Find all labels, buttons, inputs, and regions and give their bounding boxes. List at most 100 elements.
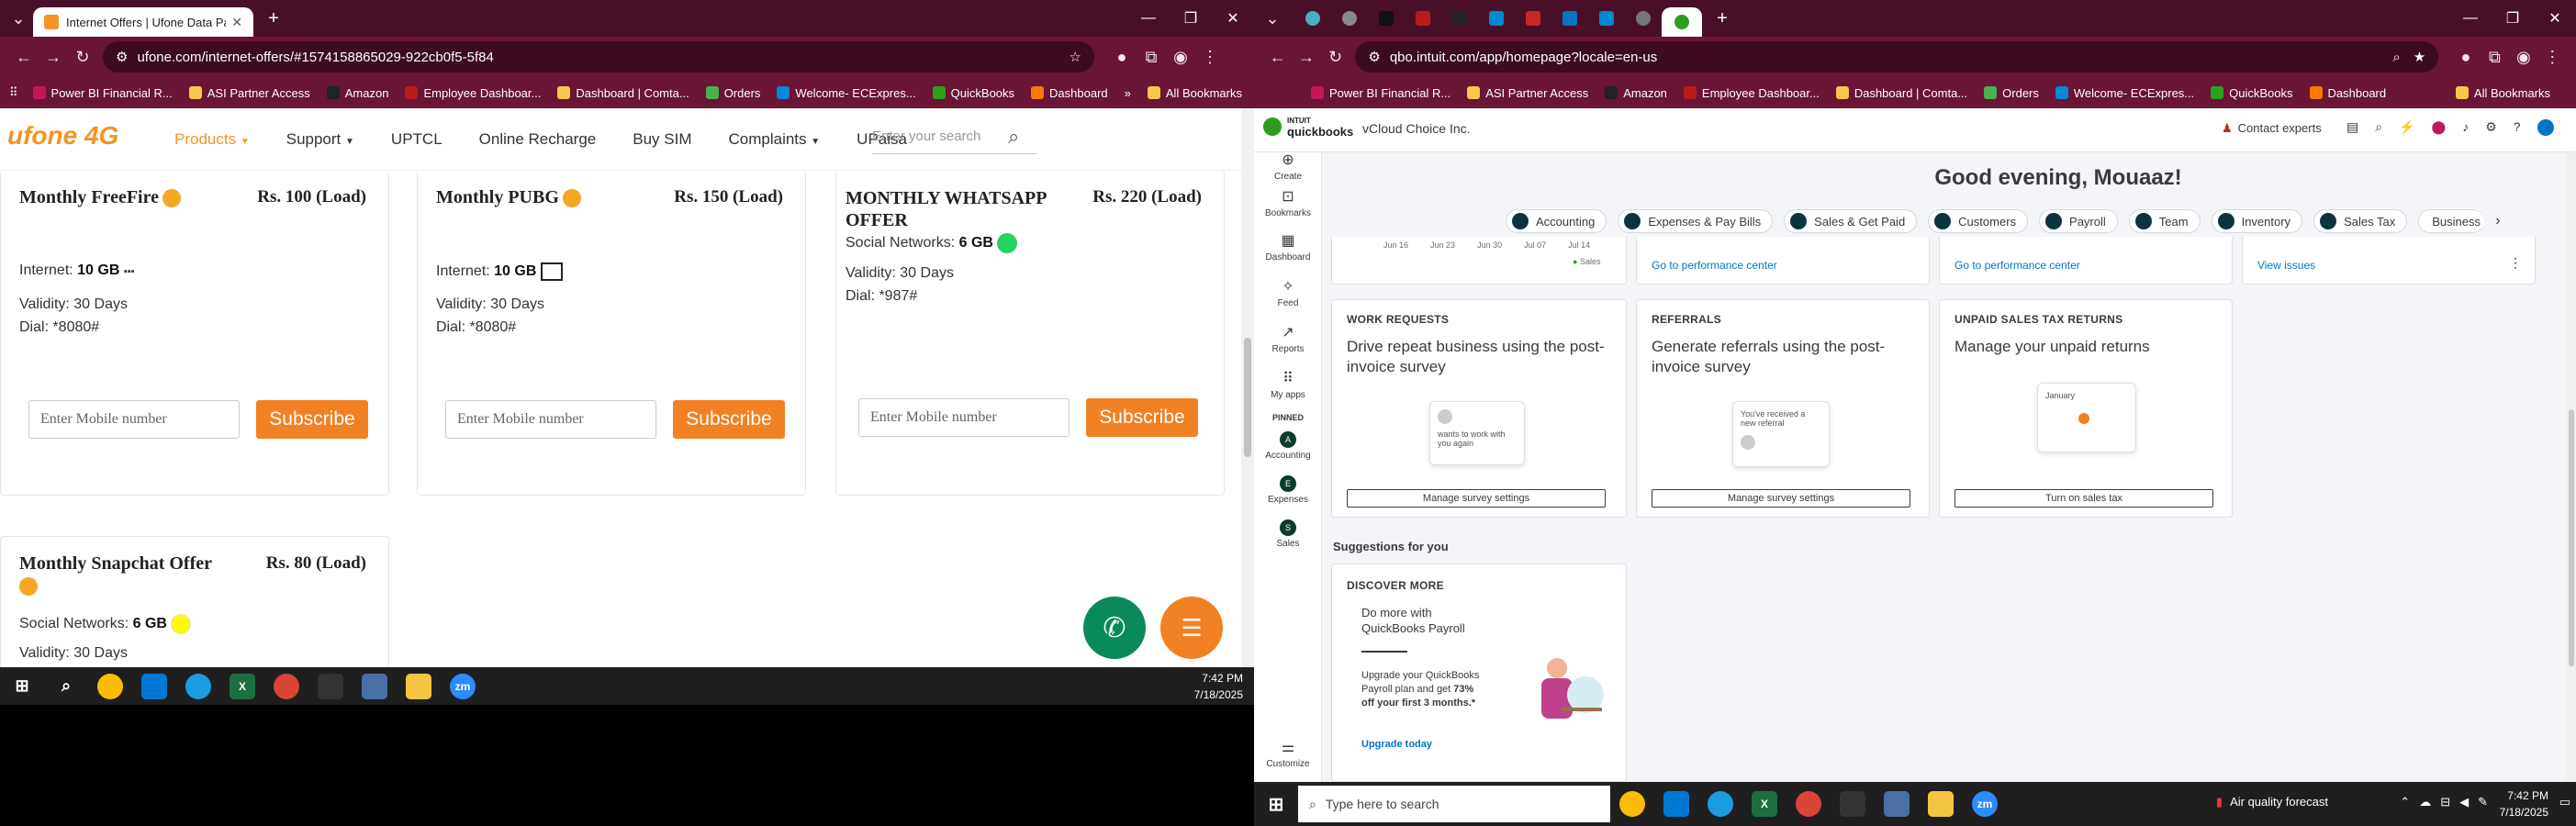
company-name[interactable]: vCloud Choice Inc. xyxy=(1362,121,1471,136)
maximize-icon[interactable]: ❐ xyxy=(2492,0,2534,37)
tab[interactable] xyxy=(1588,5,1625,32)
pill-customers[interactable]: Customers xyxy=(1928,209,2029,233)
assistant-icon[interactable]: ⬤ xyxy=(2432,119,2447,136)
edge-icon[interactable] xyxy=(185,673,211,699)
pill-inventory[interactable]: Inventory xyxy=(2211,209,2303,233)
search-icon[interactable]: ⌕ xyxy=(1008,125,1019,149)
sidebar-pinned-expenses[interactable]: E Expenses xyxy=(1254,475,1322,505)
tab[interactable] xyxy=(1405,5,1441,32)
apps-icon[interactable]: ⠿ xyxy=(9,85,18,100)
nav-buy-sim[interactable]: Buy SIM xyxy=(633,130,691,149)
pen-icon[interactable]: ✎ xyxy=(2478,795,2488,809)
start-icon[interactable]: ⊞ xyxy=(1263,791,1289,817)
search-icon[interactable]: ⌕ xyxy=(53,674,79,699)
close-tab-icon[interactable]: ✕ xyxy=(231,15,242,30)
chrome-icon[interactable] xyxy=(97,673,123,699)
contact-experts[interactable]: ♟ Contact experts xyxy=(2222,121,2322,136)
bookmark-item[interactable]: QuickBooks xyxy=(2211,86,2293,100)
network-icon[interactable]: ⊟ xyxy=(2440,795,2450,809)
search-icon[interactable]: ⌕ xyxy=(2375,119,2382,136)
mobile-number-input[interactable]: Enter Mobile number xyxy=(445,400,656,439)
weather-widget[interactable]: ▮ Air quality forecast xyxy=(2216,795,2328,809)
bookmark-item[interactable]: ASI Partner Access xyxy=(1467,86,1588,100)
ufone-logo[interactable]: ufone 4G xyxy=(7,121,118,151)
tab[interactable] xyxy=(1294,5,1331,32)
pill-expenses[interactable]: Expenses & Pay Bills xyxy=(1618,209,1774,233)
bookmark-item[interactable]: Amazon xyxy=(1605,86,1667,100)
bookmark-item[interactable]: Orders xyxy=(1984,86,2039,100)
bookmark-item[interactable]: QuickBooks xyxy=(932,86,1014,100)
app-icon[interactable] xyxy=(1840,791,1865,817)
manage-survey-settings-button[interactable]: Manage survey settings xyxy=(1347,489,1606,508)
chrome-active-icon[interactable] xyxy=(1796,791,1821,817)
bookmark-item[interactable]: Welcome- ECExpres... xyxy=(777,86,916,100)
upgrade-today-link[interactable]: Upgrade today xyxy=(1361,739,1432,750)
minimize-icon[interactable]: — xyxy=(2449,0,2492,37)
nav-online-recharge[interactable]: Online Recharge xyxy=(479,130,597,149)
turn-on-sales-tax-button[interactable]: Turn on sales tax xyxy=(1954,489,2213,508)
address-bar[interactable]: ⚙ ufone.com/internet-offers/#15741588650… xyxy=(103,41,1094,73)
clipboard-icon[interactable]: ▤ xyxy=(2346,119,2358,136)
extensions-icon[interactable]: ⧉ xyxy=(2481,42,2509,72)
tab[interactable] xyxy=(1368,5,1405,32)
sidebar-item-create[interactable]: ⊕ Create xyxy=(1254,152,1322,182)
bookmark-item[interactable]: Dashboard | Comta... xyxy=(1835,86,1967,100)
star-icon[interactable]: ☆ xyxy=(1070,49,1081,65)
file-explorer-icon[interactable] xyxy=(1928,791,1954,817)
outlook-icon[interactable] xyxy=(1663,791,1689,817)
forward-icon[interactable]: → xyxy=(39,42,68,72)
quickbooks-logo[interactable]: INTUIT quickbooks xyxy=(1263,116,1353,138)
calculator-icon[interactable] xyxy=(362,673,387,699)
tab-ufone[interactable]: Internet Offers | Ufone Data Pa ✕ xyxy=(33,7,253,37)
volume-icon[interactable]: ◀ xyxy=(2459,795,2469,809)
pill-accounting[interactable]: Accounting xyxy=(1506,209,1607,233)
bookmark-item[interactable]: Dashboard | Comta... xyxy=(557,86,689,100)
subscribe-button[interactable]: Subscribe xyxy=(673,400,785,439)
avatar[interactable] xyxy=(2537,119,2554,136)
menu-icon[interactable]: ⋮ xyxy=(1195,42,1225,72)
all-bookmarks[interactable]: All Bookmarks xyxy=(2455,86,2550,100)
site-info-icon[interactable]: ⚙ xyxy=(116,49,128,65)
page-scrollbar[interactable] xyxy=(1241,108,1254,667)
bookmark-item[interactable]: Employee Dashboar... xyxy=(405,86,541,100)
clock[interactable]: 7:42 PM 7/18/2025 xyxy=(2500,782,2548,826)
minimize-icon[interactable]: — xyxy=(1127,0,1170,37)
tab[interactable] xyxy=(1331,5,1368,32)
outlook-icon[interactable] xyxy=(141,673,167,699)
nav-uptcl[interactable]: UPTCL xyxy=(391,130,442,149)
menu-icon[interactable]: ⋮ xyxy=(2538,42,2567,72)
chrome-icon[interactable] xyxy=(1619,791,1645,817)
profile-icon[interactable]: ● xyxy=(1107,42,1137,72)
extensions-icon[interactable]: ⧉ xyxy=(1137,42,1166,72)
mobile-number-input[interactable]: Enter Mobile number xyxy=(858,398,1070,437)
whatsapp-chat-button[interactable]: ✆ xyxy=(1083,597,1146,659)
close-window-icon[interactable]: ✕ xyxy=(2534,0,2576,37)
sidebar-item-bookmarks[interactable]: ⊡ Bookmarks xyxy=(1254,189,1322,218)
profile-icon[interactable]: ● xyxy=(2451,42,2480,72)
bookmark-item[interactable]: Orders xyxy=(705,86,760,100)
edge-icon[interactable] xyxy=(1708,791,1733,817)
nav-products[interactable]: Products ▼ xyxy=(174,130,250,149)
performance-center-link[interactable]: Go to performance center xyxy=(1652,259,1777,272)
tab[interactable] xyxy=(1625,5,1662,32)
bookmark-item[interactable]: Dashboard xyxy=(1031,86,1108,100)
maximize-icon[interactable]: ❐ xyxy=(1170,0,1212,37)
bookmark-item[interactable]: Employee Dashboar... xyxy=(1683,86,1820,100)
help-icon[interactable]: ? xyxy=(2514,119,2521,136)
star-icon[interactable]: ★ xyxy=(2414,49,2425,65)
new-tab-icon[interactable]: + xyxy=(261,6,286,31)
chevron-up-icon[interactable]: ⌃ xyxy=(2400,795,2410,809)
bookmark-item[interactable]: Power BI Financial R... xyxy=(1311,86,1450,100)
bookmark-item[interactable]: Power BI Financial R... xyxy=(32,86,173,100)
excel-icon[interactable]: X xyxy=(230,673,255,699)
account-icon[interactable]: ◉ xyxy=(1166,42,1195,72)
bookmark-item[interactable]: ASI Partner Access xyxy=(188,86,310,100)
calculator-icon[interactable] xyxy=(1884,791,1910,817)
pill-payroll[interactable]: Payroll xyxy=(2039,209,2118,233)
subscribe-button[interactable]: Subscribe xyxy=(1086,398,1198,437)
excel-icon[interactable]: X xyxy=(1752,791,1777,817)
notifications-icon[interactable]: ▭ xyxy=(2559,795,2570,809)
chat-button[interactable]: ☰ xyxy=(1160,597,1223,659)
view-issues-link[interactable]: View issues xyxy=(2257,259,2315,272)
sidebar-item-my-apps[interactable]: ⠿ My apps xyxy=(1254,371,1322,400)
